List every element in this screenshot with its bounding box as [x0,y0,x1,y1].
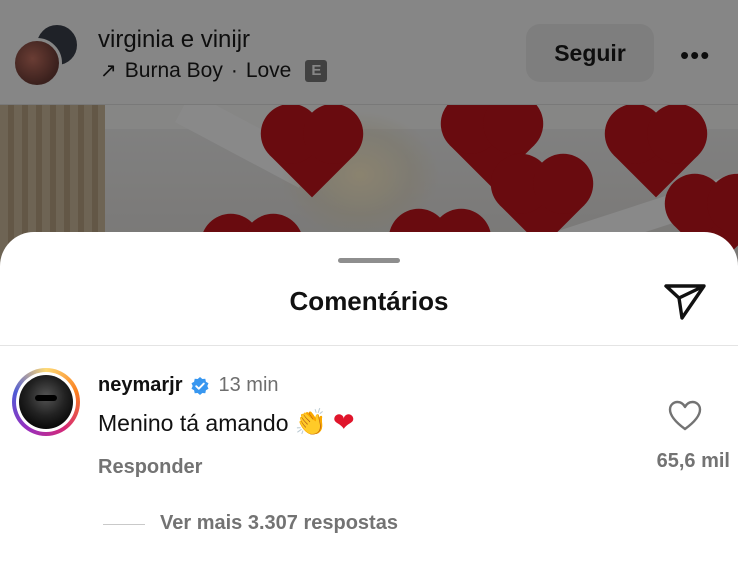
clapping-hands-emoji: 👏 [294,408,327,438]
comment-time: 13 min [218,374,279,396]
verified-badge-icon [191,376,208,395]
heart-icon[interactable] [668,400,702,432]
red-heart-emoji: ❤ [332,408,355,438]
reply-button[interactable]: Responder [98,456,202,479]
story-ring[interactable] [12,368,80,436]
avatar [19,375,73,429]
send-icon[interactable] [662,282,708,322]
sheet-grabber[interactable] [338,258,400,263]
comment-username[interactable]: neymarjr [98,374,183,397]
comment-text: Menino tá amando 👏 ❤ [98,408,355,438]
divider [0,345,738,346]
comments-sheet: Comentários neymarjr 13 min Menino tá am… [0,232,738,576]
sheet-title: Comentários [289,286,449,316]
comment-body: Menino tá amando [98,409,289,436]
view-more-replies-button[interactable]: Ver mais 3.307 respostas [160,512,398,535]
like-count: 65,6 mil [656,450,730,472]
comment-header: neymarjr 13 min [98,374,279,397]
replies-divider-line [103,524,145,525]
